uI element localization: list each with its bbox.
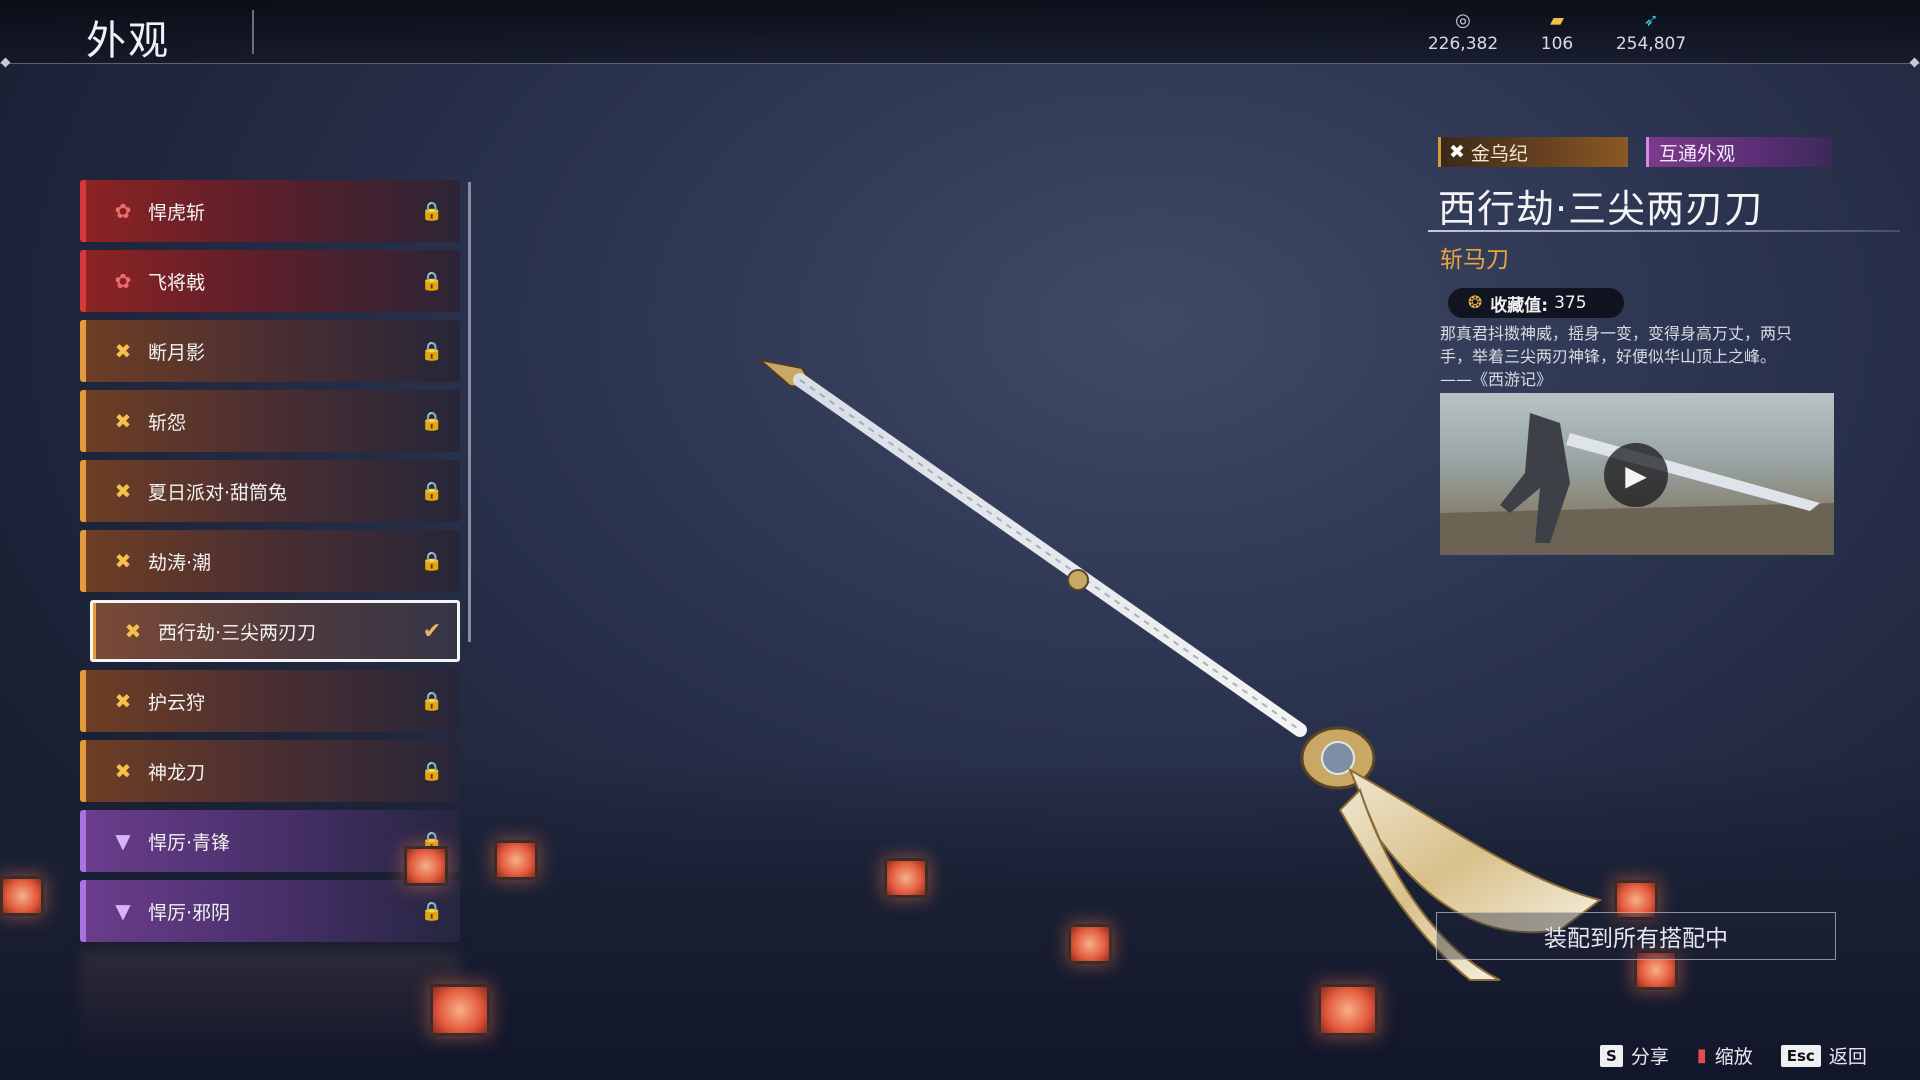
skin-tags: ✖ 金乌纪 互通外观 <box>1438 137 1832 167</box>
weapon-type: 斩马刀 <box>1440 247 1509 273</box>
skin-list-item[interactable]: ✖ 断月影 🔒 <box>80 320 460 382</box>
currency-bar: ◎ 226,382 ▰ 106 ➶ 254,807 <box>1427 10 1687 54</box>
series-tag: ✖ 金乌纪 <box>1438 137 1628 167</box>
shared-appearance-tag: 互通外观 <box>1646 137 1832 167</box>
series-tag-label: 金乌纪 <box>1470 142 1528 165</box>
footer-hints: S 分享 ▮ 缩放 Esc 返回 <box>1600 1042 1867 1069</box>
lock-icon: 🔒 <box>420 480 444 502</box>
lock-icon: 🔒 <box>420 900 444 922</box>
skin-list-item[interactable]: ✖ 夏日派对·甜筒兔 🔒 <box>80 460 460 522</box>
currency-value: 106 <box>1540 34 1574 54</box>
equip-to-all-outfits-button[interactable]: 装配到所有搭配中 <box>1436 912 1836 960</box>
play-icon[interactable]: ▶ <box>1604 443 1668 507</box>
top-bar: 外观 ◎ 226,382 ▰ 106 ➶ 254,807 <box>0 0 1920 68</box>
currency-value: 254,807 <box>1615 34 1687 54</box>
lantern <box>404 846 448 886</box>
lock-icon: 🔒 <box>420 200 444 222</box>
skin-name: 斩怨 <box>148 411 187 434</box>
rarity-gold-icon: ✖ <box>114 339 132 363</box>
coin-icon: ◎ <box>1455 10 1471 31</box>
skin-name: 悍虎斩 <box>148 201 206 224</box>
lock-icon: 🔒 <box>420 550 444 572</box>
collection-icon: ❂ <box>1468 293 1483 313</box>
back-hint[interactable]: Esc 返回 <box>1780 1042 1867 1069</box>
share-hint[interactable]: S 分享 <box>1600 1042 1669 1069</box>
skin-description: 那真君抖擞神威，摇身一变，变得身高万丈，两只 手，举着三尖两刃神锋，好便似华山顶… <box>1440 322 1850 391</box>
skin-list-item[interactable]: ▼ 悍厉·邪阴 🔒 <box>80 880 460 942</box>
skin-name: 西行劫·三尖两刃刀 <box>158 621 317 644</box>
rarity-gold-icon: ✖ <box>114 549 132 573</box>
rarity-red-icon: ✿ <box>114 269 132 293</box>
skin-name: 劫涛·潮 <box>148 551 212 574</box>
rarity-gold-icon: ✖ <box>124 619 142 643</box>
lock-icon: 🔒 <box>420 690 444 712</box>
preview-video[interactable]: ▶ <box>1440 393 1834 555</box>
page-title: 外观 <box>86 18 170 64</box>
rarity-gold-icon: ✖ <box>114 689 132 713</box>
rarity-gold-icon: ✖ <box>114 409 132 433</box>
currency-coin: ◎ 226,382 <box>1427 10 1499 54</box>
lock-icon: 🔒 <box>420 760 444 782</box>
lock-icon: 🔒 <box>420 410 444 432</box>
divider-ornament <box>0 57 11 68</box>
skin-title: 西行劫·三尖两刃刀 <box>1438 187 1764 231</box>
back-key: Esc <box>1780 1044 1821 1067</box>
zoom-hint[interactable]: ▮ 缩放 <box>1697 1042 1753 1069</box>
lock-icon: 🔒 <box>420 270 444 292</box>
collection-label: 收藏值: <box>1490 295 1549 316</box>
skin-name: 飞将戟 <box>148 271 206 294</box>
rarity-gold-icon: ✖ <box>114 479 132 503</box>
rarity-red-icon: ✿ <box>114 199 132 223</box>
description-line: 那真君抖擞神威，摇身一变，变得身高万丈，两只 <box>1440 324 1793 343</box>
lantern <box>494 840 538 880</box>
back-label: 返回 <box>1828 1046 1867 1068</box>
skin-name: 悍厉·青锋 <box>148 831 231 854</box>
share-label: 分享 <box>1630 1046 1669 1068</box>
lantern <box>430 984 490 1036</box>
mouse-icon: ▮ <box>1696 1045 1707 1066</box>
skin-list-item[interactable]: ✖ 神龙刀 🔒 <box>80 740 460 802</box>
divider-ornament <box>1909 57 1920 68</box>
ticket-icon: ▰ <box>1550 10 1564 31</box>
rarity-gold-icon: ✖ <box>114 759 132 783</box>
list-fade <box>80 950 460 1060</box>
rarity-purple-icon: ▼ <box>115 899 131 923</box>
zoom-label: 缩放 <box>1714 1046 1753 1068</box>
description-line: ——《西游记》 <box>1440 370 1553 389</box>
skin-name: 神龙刀 <box>148 761 206 784</box>
currency-value: 226,382 <box>1427 34 1499 54</box>
series-icon: ✖ <box>1449 141 1465 163</box>
checkmark-icon: ✔ <box>422 618 442 644</box>
skin-name: 断月影 <box>148 341 206 364</box>
lock-icon: 🔒 <box>420 340 444 362</box>
skin-list-item[interactable]: ✖ 西行劫·三尖两刃刀 ✔ <box>90 600 460 662</box>
list-scrollbar[interactable] <box>468 182 471 642</box>
currency-feather: ➶ 254,807 <box>1615 10 1687 54</box>
currency-ticket: ▰ 106 <box>1524 10 1590 54</box>
skin-list-item[interactable]: ✖ 劫涛·潮 🔒 <box>80 530 460 592</box>
feather-icon: ➶ <box>1643 10 1659 31</box>
skin-list-item[interactable]: ▼ 悍厉·青锋 🔒 <box>80 810 460 872</box>
skin-list-item[interactable]: ✿ 悍虎斩 🔒 <box>80 180 460 242</box>
skin-name: 悍厉·邪阴 <box>148 901 231 924</box>
rarity-purple-icon: ▼ <box>115 829 131 853</box>
skin-list: ✿ 悍虎斩 🔒 ✿ 飞将戟 🔒 ✖ 断月影 🔒 ✖ 斩怨 🔒 ✖ 夏日派对·甜筒兔 🔒 ✖ 劫涛·潮 🔒 ✖ 西行劫·… <box>80 180 460 950</box>
description-line: 手，举着三尖两刃神锋，好便似华山顶上之峰。 <box>1440 347 1777 366</box>
share-key: S <box>1600 1044 1623 1067</box>
title-underline <box>1428 230 1900 232</box>
skin-name: 夏日派对·甜筒兔 <box>148 481 288 504</box>
skin-name: 护云狩 <box>148 691 206 714</box>
collection-value: 375 <box>1554 293 1587 313</box>
skin-list-item[interactable]: ✖ 护云狩 🔒 <box>80 670 460 732</box>
skin-list-item[interactable]: ✖ 斩怨 🔒 <box>80 390 460 452</box>
collection-value-badge: ❂ 收藏值: 375 <box>1448 288 1624 318</box>
title-divider <box>252 10 254 54</box>
skin-list-item[interactable]: ✿ 飞将戟 🔒 <box>80 250 460 312</box>
shared-tag-label: 互通外观 <box>1659 142 1736 165</box>
lantern <box>0 876 44 916</box>
